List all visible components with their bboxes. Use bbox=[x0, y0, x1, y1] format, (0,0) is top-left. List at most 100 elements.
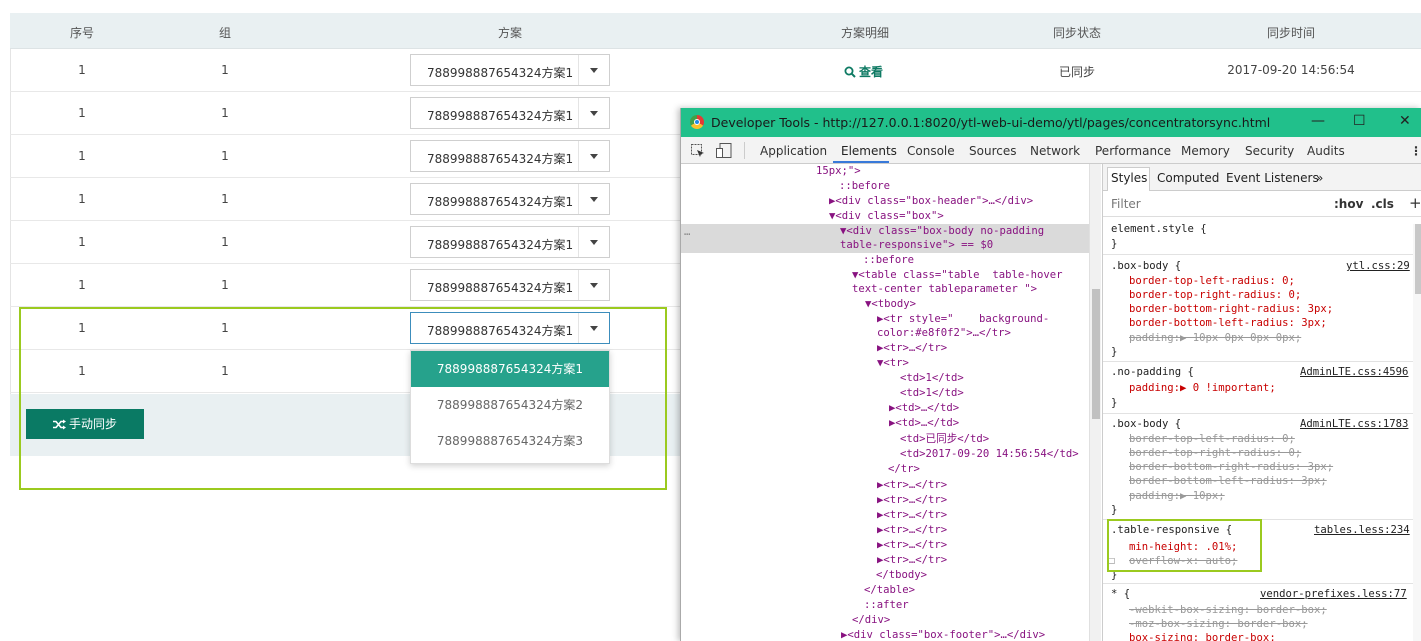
tab-elements[interactable]: Elements bbox=[841, 144, 897, 158]
dom-line[interactable]: ▶<tr>…</tr> bbox=[877, 341, 947, 355]
style-prop-overridden[interactable]: padding:▶ 10px; bbox=[1129, 489, 1225, 503]
style-source-link[interactable]: tables.less:234 bbox=[1314, 523, 1410, 537]
tab-memory[interactable]: Memory bbox=[1181, 144, 1230, 158]
header-group: 组 bbox=[218, 26, 232, 40]
minimize-icon[interactable]: — bbox=[1311, 113, 1325, 129]
dom-line[interactable]: ▶<tr>…</tr> bbox=[877, 553, 947, 567]
style-selector: * { bbox=[1111, 588, 1131, 600]
header-sync-status: 同步状态 bbox=[1052, 26, 1102, 40]
plan-select[interactable]: 788998887654324方案1 bbox=[410, 54, 610, 86]
style-prop[interactable]: border-top-left-radius: 0; bbox=[1129, 274, 1295, 288]
dom-line[interactable]: <td>1</td> bbox=[900, 371, 964, 385]
dom-line[interactable]: ▶<div class="box-header">…</div> bbox=[829, 194, 1033, 208]
cell-group: 1 bbox=[221, 149, 229, 163]
style-source-link[interactable]: vendor-prefixes.less:77 bbox=[1260, 587, 1407, 601]
styles-tabbar: Styles Computed Event Listeners » bbox=[1103, 164, 1421, 191]
plan-select[interactable]: 788998887654324方案1 bbox=[410, 97, 610, 129]
chrome-icon bbox=[690, 115, 704, 129]
tab-styles[interactable]: Styles bbox=[1111, 171, 1147, 185]
dom-line[interactable]: ::before bbox=[839, 179, 890, 193]
cell-group: 1 bbox=[221, 106, 229, 120]
style-prop[interactable]: box-sizing: border-box; bbox=[1129, 631, 1276, 641]
device-toolbar-icon[interactable] bbox=[716, 143, 732, 158]
tab-network[interactable]: Network bbox=[1030, 144, 1080, 158]
tab-sources[interactable]: Sources bbox=[969, 144, 1016, 158]
hov-toggle[interactable]: :hov bbox=[1334, 197, 1363, 211]
style-prop-overridden[interactable]: border-bottom-left-radius: 3px; bbox=[1129, 474, 1327, 488]
styles-scrollbar[interactable] bbox=[1413, 224, 1421, 641]
dom-line[interactable]: ▶<td>…</td> bbox=[889, 416, 959, 430]
dom-line[interactable]: ▼<tr> bbox=[877, 356, 909, 370]
cell-group: 1 bbox=[221, 63, 229, 77]
dom-line[interactable]: </div> bbox=[852, 613, 890, 627]
tab-audits[interactable]: Audits bbox=[1307, 144, 1345, 158]
elements-scrollbar[interactable] bbox=[1089, 164, 1101, 641]
add-rule-icon[interactable]: + bbox=[1409, 194, 1421, 212]
plan-select[interactable]: 788998887654324方案1 bbox=[410, 183, 610, 215]
dom-line[interactable]: 15px;"> bbox=[816, 164, 861, 178]
tab-performance[interactable]: Performance bbox=[1095, 144, 1171, 158]
cell-group: 1 bbox=[221, 192, 229, 206]
style-prop-overridden[interactable]: border-bottom-right-radius: 3px; bbox=[1129, 460, 1333, 474]
table-header: 序号 组 方案 方案明细 同步状态 同步时间 bbox=[10, 13, 1421, 49]
view-detail-link[interactable]: 查看 bbox=[844, 63, 883, 80]
devtools-tabbar: Application Elements Console Sources Net… bbox=[681, 137, 1421, 164]
dom-line[interactable]: </tr> bbox=[888, 462, 920, 476]
style-prop[interactable]: border-bottom-right-radius: 3px; bbox=[1129, 302, 1333, 316]
dom-line[interactable]: ::after bbox=[864, 598, 909, 612]
style-prop-overridden[interactable]: border-top-right-radius: 0; bbox=[1129, 446, 1301, 460]
style-prop-overridden[interactable]: border-top-left-radius: 0; bbox=[1129, 432, 1295, 446]
more-menu-icon[interactable]: ⋮ bbox=[1410, 144, 1421, 158]
plan-select-value: 788998887654324方案1 bbox=[427, 238, 574, 252]
dom-line-selected[interactable]: ▼<div class="box-body no-padding bbox=[840, 224, 1044, 238]
style-source-link[interactable]: ytl.css:29 bbox=[1346, 259, 1410, 273]
dom-line[interactable]: ▶<tr style=" background- bbox=[877, 312, 1049, 326]
style-source-link[interactable]: AdminLTE.css:4596 bbox=[1300, 365, 1408, 379]
dom-line[interactable]: ▶<tr>…</tr> bbox=[877, 493, 947, 507]
style-prop-overridden[interactable]: -moz-box-sizing: border-box; bbox=[1129, 617, 1308, 631]
styles-filter-input[interactable]: Filter bbox=[1111, 197, 1141, 211]
dom-line[interactable]: ▶<tr>…</tr> bbox=[877, 478, 947, 492]
tab-console[interactable]: Console bbox=[907, 144, 955, 158]
dom-line[interactable]: <td>1</td> bbox=[900, 386, 964, 400]
tab-application[interactable]: Application bbox=[760, 144, 827, 158]
plan-select[interactable]: 788998887654324方案1 bbox=[410, 269, 610, 301]
dom-line[interactable]: ▼<div class="box"> bbox=[829, 209, 944, 223]
style-source-link[interactable]: AdminLTE.css:1783 bbox=[1300, 417, 1408, 431]
dom-line[interactable]: </tbody> bbox=[876, 568, 927, 582]
dom-line[interactable]: ▶<tr>…</tr> bbox=[877, 508, 947, 522]
dom-line[interactable]: ▼<tbody> bbox=[865, 297, 916, 311]
cell-index: 1 bbox=[78, 63, 86, 77]
style-prop[interactable]: border-top-right-radius: 0; bbox=[1129, 288, 1301, 302]
dom-line-selected[interactable]: table-responsive"> == $0 bbox=[840, 238, 993, 252]
header-sync-time: 同步时间 bbox=[1266, 26, 1316, 40]
inspect-element-icon[interactable] bbox=[691, 144, 705, 158]
dom-line[interactable]: </table> bbox=[864, 583, 915, 597]
dom-line[interactable]: ▶<tr>…</tr> bbox=[877, 523, 947, 537]
style-prop-overridden[interactable]: padding:▶ 10px 0px 0px 0px; bbox=[1129, 331, 1301, 345]
dom-line[interactable]: text-center tableparameter "> bbox=[852, 282, 1037, 296]
cls-toggle[interactable]: .cls bbox=[1371, 197, 1394, 211]
dom-line[interactable]: ▶<td>…</td> bbox=[889, 401, 959, 415]
cell-index: 1 bbox=[78, 278, 86, 292]
dom-line[interactable]: ▼<table class="table table-hover bbox=[852, 268, 1062, 282]
tab-computed[interactable]: Computed bbox=[1157, 171, 1219, 185]
selected-node-marker: … bbox=[684, 226, 691, 238]
dom-line[interactable]: ▶<div class="box-footer">…</div> bbox=[841, 628, 1045, 641]
dom-line[interactable]: ::before bbox=[863, 253, 914, 267]
cell-index: 1 bbox=[78, 192, 86, 206]
style-prop[interactable]: border-bottom-left-radius: 3px; bbox=[1129, 316, 1327, 330]
tab-security[interactable]: Security bbox=[1245, 144, 1294, 158]
dom-line[interactable]: <td>2017-09-20 14:56:54</td> bbox=[900, 447, 1079, 461]
style-prop-overridden[interactable]: -webkit-box-sizing: border-box; bbox=[1129, 603, 1327, 617]
dom-line[interactable]: <td>已同步</td> bbox=[900, 432, 989, 446]
more-tabs-icon[interactable]: » bbox=[1316, 171, 1323, 185]
style-prop[interactable]: padding:▶ 0 !important; bbox=[1129, 381, 1276, 395]
dom-line[interactable]: color:#e8f0f2">…</tr> bbox=[877, 326, 1011, 340]
dom-line[interactable]: ▶<tr>…</tr> bbox=[877, 538, 947, 552]
plan-select[interactable]: 788998887654324方案1 bbox=[410, 140, 610, 172]
tab-event-listeners[interactable]: Event Listeners bbox=[1226, 171, 1319, 185]
plan-select[interactable]: 788998887654324方案1 bbox=[410, 226, 610, 258]
maximize-icon[interactable]: ☐ bbox=[1353, 113, 1366, 129]
close-icon[interactable]: ✕ bbox=[1399, 113, 1411, 129]
